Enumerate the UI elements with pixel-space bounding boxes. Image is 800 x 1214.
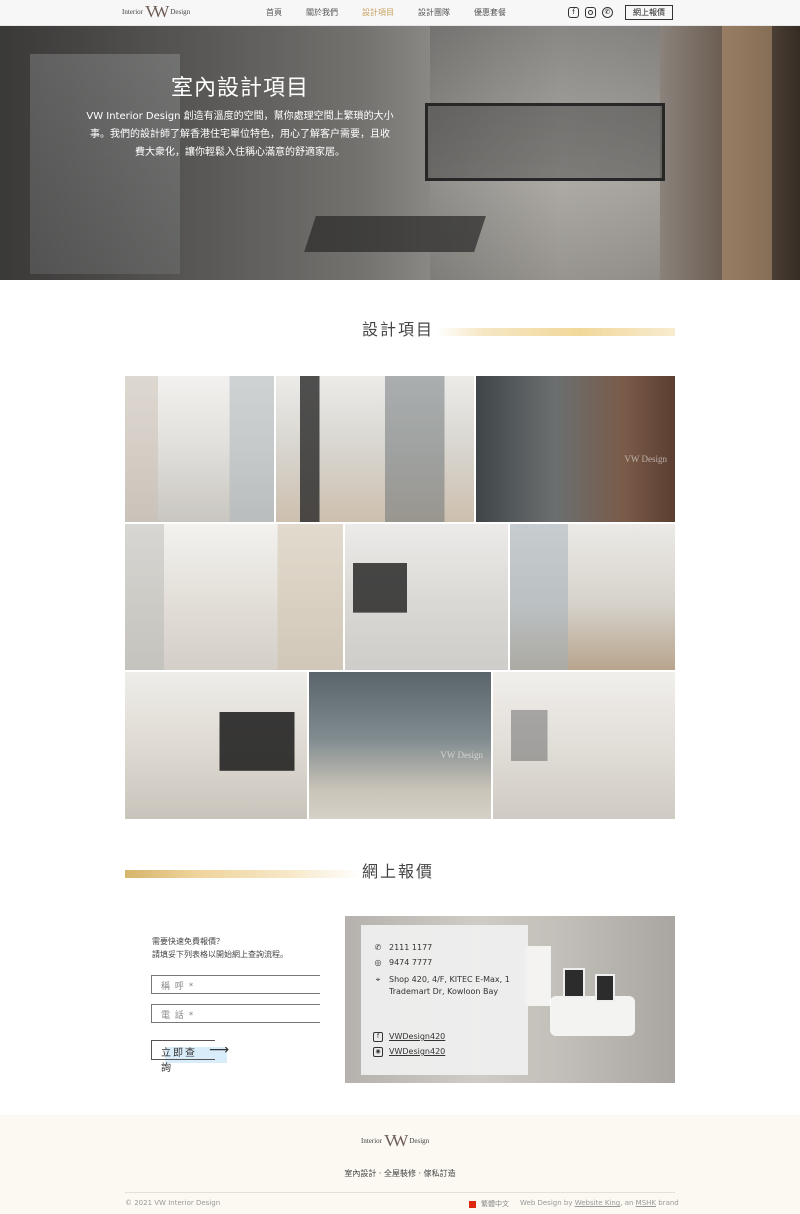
quote-title: 網上報價 xyxy=(362,862,435,881)
art-frame-left xyxy=(563,968,585,998)
quote-intro: 需要快速免費報價？ 請填妥下列表格以開始網上查詢流程。 xyxy=(152,935,288,961)
whatsapp-icon[interactable]: ✆ xyxy=(602,7,613,18)
contact-instagram[interactable]: ◉ VWDesign420 xyxy=(373,1046,445,1058)
project-image[interactable]: VW Design xyxy=(309,672,491,819)
nav-link-about[interactable]: 關於我們 xyxy=(306,7,338,18)
hero-title: 室內設計項目 xyxy=(170,76,309,101)
footer-logo-text-left: Interior xyxy=(361,1137,382,1145)
project-image[interactable] xyxy=(125,524,343,670)
projects-title-decoration xyxy=(436,328,675,336)
name-field[interactable]: 稱 呼 * xyxy=(151,975,320,994)
location-pin-icon: ⌖ xyxy=(375,975,381,984)
project-image[interactable]: VW Design xyxy=(476,376,675,522)
contact-facebook-text: VWDesign420 xyxy=(389,1032,446,1041)
arrow-right-icon[interactable]: ⟶ xyxy=(209,1042,229,1058)
footer-tagline: 室內設計 · 全屋裝修 · 傢私訂造 xyxy=(344,1169,456,1178)
web-credit: Web Design by Website King, an MSHK bran… xyxy=(520,1199,679,1207)
project-image-detail xyxy=(345,524,508,670)
project-image[interactable] xyxy=(125,376,274,522)
phone-field[interactable]: 電 話 * xyxy=(151,1004,320,1023)
flag-icon xyxy=(469,1200,476,1208)
language-switcher[interactable]: 繁體中文 xyxy=(469,1199,509,1209)
contact-whatsapp[interactable]: ◎ 9474 7777 xyxy=(373,957,433,969)
facebook-icon[interactable]: f xyxy=(568,7,579,18)
instagram-icon[interactable] xyxy=(585,7,596,18)
art-frame-right xyxy=(595,974,615,1002)
nav-links: 首頁 關於我們 設計項目 設計團隊 優惠套餐 xyxy=(266,7,530,18)
project-watermark: VW Design xyxy=(624,453,667,464)
online-quote-button[interactable]: 網上報價 xyxy=(625,5,673,20)
logo[interactable]: Interior VW Design xyxy=(122,2,191,21)
nav-link-team[interactable]: 設計團隊 xyxy=(418,7,450,18)
project-image-detail xyxy=(493,672,675,819)
copyright: © 2021 VW Interior Design xyxy=(125,1199,221,1207)
footer-divider xyxy=(125,1192,675,1193)
contact-phone-text: 2111 1177 xyxy=(389,943,433,952)
window-shape xyxy=(525,946,551,1006)
projects-title: 設計項目 xyxy=(362,320,435,339)
project-image-detail xyxy=(510,524,675,670)
quote-title-decoration xyxy=(125,870,362,878)
project-image-detail xyxy=(125,672,307,819)
credit-link[interactable]: Website King xyxy=(575,1199,621,1207)
nav-link-home[interactable]: 首頁 xyxy=(266,7,282,18)
instagram-icon: ◉ xyxy=(373,1047,383,1057)
contact-address-line1: Shop 420, 4/F, KITEC E-Max, 1 xyxy=(389,975,510,984)
logo-text-right: Design xyxy=(170,8,191,16)
phone-icon: ✆ xyxy=(374,943,382,952)
credit-mid: , an xyxy=(620,1199,634,1207)
project-watermark: VW Design xyxy=(440,750,483,761)
contact-phone[interactable]: ✆ 2111 1177 xyxy=(373,942,433,954)
footer-logo-mark: VW xyxy=(384,1131,408,1150)
project-image[interactable] xyxy=(345,524,508,670)
contact-instagram-text: VWDesign420 xyxy=(389,1047,446,1056)
logo-text-left: Interior xyxy=(122,8,143,16)
project-image[interactable] xyxy=(276,376,474,522)
submit-button[interactable]: 立即查詢 xyxy=(151,1040,215,1074)
hero-subtitle: VW Interior Design 創造有溫度的空間，幫你處理空間上繁瑣的大小… xyxy=(86,111,394,158)
project-image[interactable] xyxy=(125,672,307,819)
quote-intro-line1: 需要快速免費報價？ xyxy=(152,937,224,946)
footer-logo[interactable]: Interior VW Design xyxy=(361,1131,430,1150)
credit-suffix: brand xyxy=(658,1199,679,1207)
facebook-icon: f xyxy=(373,1032,383,1042)
contact-whatsapp-text: 9474 7777 xyxy=(389,958,433,967)
contact-facebook[interactable]: f VWDesign420 xyxy=(373,1031,445,1043)
footer-logo-text-right: Design xyxy=(409,1137,430,1145)
project-image-detail xyxy=(276,376,474,522)
footer xyxy=(0,1115,800,1214)
nav-link-packages[interactable]: 優惠套餐 xyxy=(474,7,506,18)
quote-intro-line2: 請填妥下列表格以開始網上查詢流程。 xyxy=(152,950,288,959)
contact-address-line2: Trademart Dr, Kowloon Bay xyxy=(389,987,499,996)
social-icons: f ✆ xyxy=(568,7,619,18)
project-image-detail xyxy=(125,524,343,670)
top-nav: Interior VW Design 首頁 關於我們 設計項目 設計團隊 優惠套… xyxy=(0,0,800,26)
project-image[interactable] xyxy=(493,672,675,819)
project-image[interactable] xyxy=(510,524,675,670)
credit-prefix: Web Design by xyxy=(520,1199,573,1207)
nav-link-projects[interactable]: 設計項目 xyxy=(362,7,394,18)
sofa-shape xyxy=(550,996,635,1036)
project-image-detail xyxy=(125,376,274,522)
logo-mark: VW xyxy=(145,2,169,21)
language-label: 繁體中文 xyxy=(481,1200,509,1208)
credit-brand-link[interactable]: MSHK xyxy=(636,1199,656,1207)
whatsapp-icon: ◎ xyxy=(374,958,382,967)
contact-address: ⌖ Shop 420, 4/F, KITEC E-Max, 1 Trademar… xyxy=(373,974,510,998)
